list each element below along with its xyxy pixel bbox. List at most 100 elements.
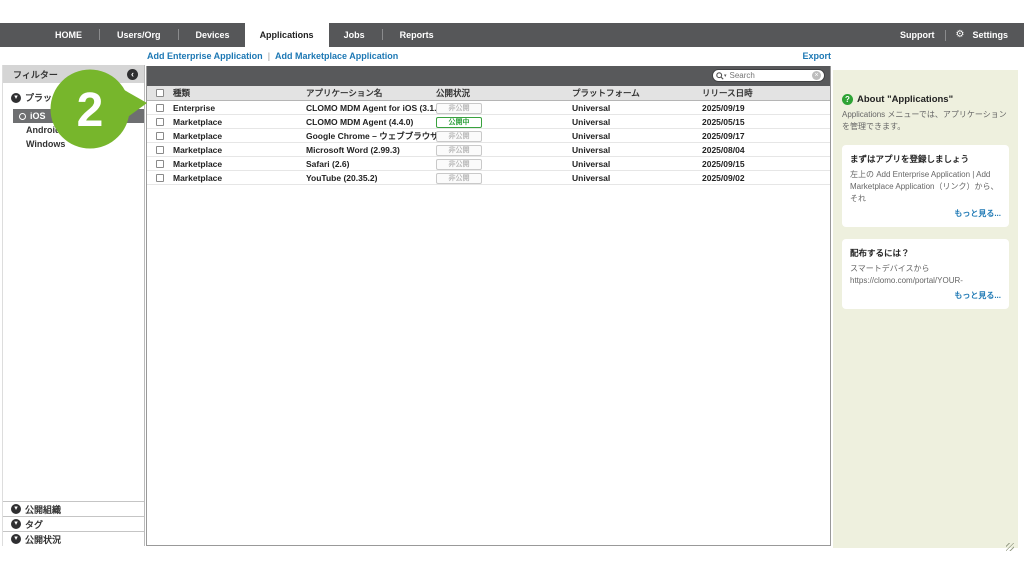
filter-section-organizations[interactable]: ▾ 公開組織 [3,501,144,516]
row-checkbox[interactable] [156,118,164,126]
help-description: Applications メニューでは、アプリケーションを管理できます。 [842,109,1009,133]
export-link[interactable]: Export [802,51,831,61]
cell-release-date: 2025/05/15 [702,117,830,127]
cell-type: Enterprise [173,103,306,113]
table-row[interactable]: Marketplace YouTube (20.35.2) 非公開 Univer… [147,171,830,185]
cell-app-name: Microsoft Word (2.99.3) [306,145,436,155]
row-checkbox[interactable] [156,132,164,140]
filter-section-publish-status[interactable]: ▾ 公開状況 [3,531,144,546]
row-checkbox[interactable] [156,174,164,182]
selected-radio-icon [19,113,26,120]
settings-link[interactable]: Settings [972,30,1008,40]
cell-type: Marketplace [173,131,306,141]
search-clear-icon[interactable]: × [812,71,821,80]
section-toggle-icon: ▾ [11,519,21,529]
search-scope-caret-icon[interactable]: ▾ [724,73,727,79]
cell-release-date: 2025/09/15 [702,159,830,169]
section-toggle-icon: ▾ [11,534,21,544]
filter-option-windows[interactable]: Windows [3,137,144,151]
row-checkbox[interactable] [156,104,164,112]
add-enterprise-application-link[interactable]: Add Enterprise Application [147,51,263,61]
select-all-checkbox[interactable] [156,89,164,97]
filter-section-platform-label: プラットフォーム [25,91,97,104]
nav-separator [382,29,383,40]
filter-option-ios[interactable]: iOS [13,109,144,123]
table-row[interactable]: Marketplace Safari (2.6) 非公開 Universal 2… [147,157,830,171]
cell-type: Marketplace [173,173,306,183]
see-more-link[interactable]: もっと見る... [850,208,1001,219]
nav-separator [99,29,100,40]
column-header-release-date[interactable]: リリース日時 [702,87,830,99]
tab-home[interactable]: HOME [40,23,97,47]
help-card-title: まずはアプリを登録しましょう [850,153,1001,165]
cell-release-date: 2025/09/02 [702,173,830,183]
table-row[interactable]: Enterprise CLOMO MDM Agent for iOS (3.1.… [147,101,830,115]
row-checkbox[interactable] [156,146,164,154]
table-row[interactable]: Marketplace Microsoft Word (2.99.3) 非公開 … [147,143,830,157]
cell-platform: Universal [572,131,702,141]
search-box[interactable]: ▾ × [712,69,825,82]
nav-separator [178,29,179,40]
tab-devices[interactable]: Devices [181,23,245,47]
filter-section-tags[interactable]: ▾ タグ [3,516,144,531]
cell-app-name: YouTube (20.35.2) [306,173,436,183]
top-navbar: HOME Users/Org Devices Applications Jobs… [0,23,1024,47]
app-window: HOME Users/Org Devices Applications Jobs… [0,0,1024,576]
cell-type: Marketplace [173,159,306,169]
column-header-publish-status[interactable]: 公開状況 [436,87,572,99]
support-link[interactable]: Support [900,30,935,40]
tab-jobs[interactable]: Jobs [329,23,380,47]
status-badge: 非公開 [436,103,482,114]
action-bar: Add Enterprise Application | Add Marketpla… [0,47,1024,66]
filter-title: フィルター [13,68,58,81]
link-separator: | [268,51,270,61]
tab-reports[interactable]: Reports [385,23,449,47]
filter-section-platform[interactable]: ▾ プラットフォーム [3,83,144,109]
table-row[interactable]: Marketplace CLOMO MDM Agent (4.4.0) 公開中 … [147,115,830,129]
section-toggle-icon: ▾ [11,504,21,514]
column-header-app-name[interactable]: アプリケーション名 [306,87,436,99]
cell-platform: Universal [572,145,702,155]
column-header-platform[interactable]: プラットフォーム [572,87,702,99]
table-header-row: 種類 アプリケーション名 公開状況 プラットフォーム リリース日時 [147,86,830,101]
cell-release-date: 2025/09/19 [702,103,830,113]
nav-separator [945,30,946,41]
cell-release-date: 2025/09/17 [702,131,830,141]
cell-app-name: CLOMO MDM Agent for iOS (3.1.0.... [306,103,436,113]
see-more-link[interactable]: もっと見る... [850,290,1001,301]
cell-app-name: Google Chrome – ウェブブラウザ (... [306,130,436,142]
cell-platform: Universal [572,159,702,169]
help-sidebar: ? About "Applications" Applications メニュー… [833,70,1018,548]
table-row[interactable]: Marketplace Google Chrome – ウェブブラウザ (...… [147,129,830,143]
status-badge: 非公開 [436,131,482,142]
filter-option-android[interactable]: Android [3,123,144,137]
status-badge: 公開中 [436,117,482,128]
table-toolbar: ▾ × [147,66,830,86]
help-card-body: スマートデバイスから https://clomo.com/portal/YOUR… [850,263,1001,287]
tab-applications[interactable]: Applications [245,23,329,50]
status-badge: 非公開 [436,145,482,156]
cell-app-name: CLOMO MDM Agent (4.4.0) [306,117,436,127]
help-card-title: 配布するには？ [850,247,1001,259]
filter-section-organizations-label: 公開組織 [25,503,61,516]
tab-users-org[interactable]: Users/Org [102,23,176,47]
filter-section-tags-label: タグ [25,518,43,531]
gear-icon: ⚙ [956,30,965,40]
resize-handle-icon[interactable] [1006,543,1014,551]
collapse-sidebar-icon[interactable]: ‹ [127,69,138,80]
search-icon [716,72,724,80]
cell-type: Marketplace [173,117,306,127]
status-badge: 非公開 [436,173,482,184]
filter-sidebar: フィルター ‹ ▾ プラットフォーム iOS Android Windows ▾… [2,65,145,546]
cell-app-name: Safari (2.6) [306,159,436,169]
applications-table-panel: ▾ × 種類 アプリケーション名 公開状況 プラットフォーム リリース日時 En… [146,66,831,546]
add-marketplace-application-link[interactable]: Add Marketplace Application [275,51,398,61]
help-card-register-app: まずはアプリを登録しましょう 左上の Add Enterprise Applic… [842,145,1009,227]
help-question-icon: ? [842,94,853,105]
cell-platform: Universal [572,173,702,183]
search-input[interactable] [728,70,812,81]
column-header-type[interactable]: 種類 [173,87,306,99]
cell-release-date: 2025/08/04 [702,145,830,155]
row-checkbox[interactable] [156,160,164,168]
filter-option-ios-label: iOS [30,111,46,121]
